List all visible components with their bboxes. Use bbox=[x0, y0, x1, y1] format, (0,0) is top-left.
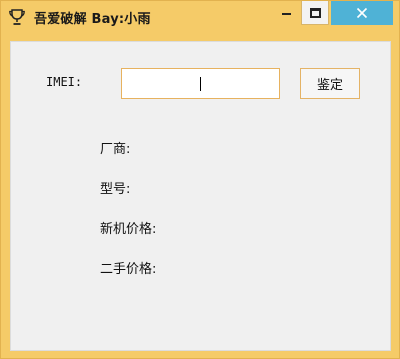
vendor-label: 厂商: bbox=[100, 142, 131, 157]
verify-button[interactable]: 鉴定 bbox=[300, 68, 360, 99]
trophy-icon bbox=[8, 8, 26, 26]
window-title: 吾爱破解 Bay:小雨 bbox=[34, 12, 151, 27]
client-area: IMEI: 鉴定 厂商: 型号: 新机价格: 二手价格: bbox=[10, 41, 391, 351]
close-button[interactable] bbox=[331, 1, 393, 25]
new-price-label: 新机价格: bbox=[100, 222, 157, 237]
maximize-button[interactable] bbox=[301, 1, 329, 25]
minimize-icon bbox=[281, 13, 291, 15]
app-window: 吾爱破解 Bay:小雨 IMEI: 鉴定 厂商: 型号: 新机价格: 二手价格: bbox=[0, 0, 400, 359]
imei-label: IMEI: bbox=[46, 75, 83, 89]
maximize-icon bbox=[309, 7, 321, 18]
close-icon bbox=[356, 7, 368, 19]
text-caret bbox=[200, 77, 201, 91]
used-price-label: 二手价格: bbox=[100, 262, 157, 277]
model-label: 型号: bbox=[100, 182, 131, 197]
minimize-button[interactable] bbox=[273, 1, 299, 25]
title-bar[interactable]: 吾爱破解 Bay:小雨 bbox=[1, 1, 399, 33]
